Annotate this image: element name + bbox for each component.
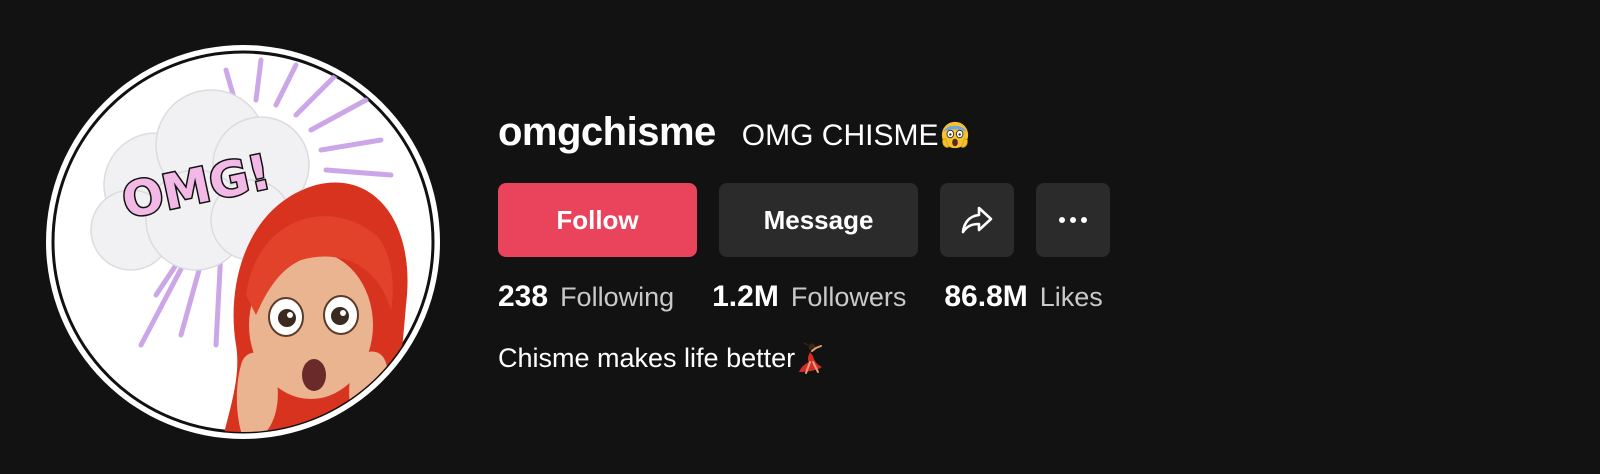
username: omgchisme — [498, 110, 716, 154]
scream-emoji-icon — [942, 121, 969, 149]
stat-value: 1.2M — [712, 280, 779, 313]
stat-label: Following — [560, 282, 675, 312]
stat-value: 86.8M — [944, 280, 1028, 313]
stat-following[interactable]: 238 Following — [498, 280, 674, 314]
stat-likes: 86.8M Likes — [944, 280, 1102, 314]
stat-value: 238 — [498, 280, 549, 313]
stat-label: Followers — [790, 282, 907, 312]
share-arrow-icon — [961, 206, 993, 234]
dancer-emoji-icon — [799, 342, 823, 374]
profile-title-row: omgchisme OMG CHISME — [498, 110, 970, 155]
profile-info: omgchisme OMG CHISME Follow Message 238 … — [498, 0, 1600, 474]
display-name: OMG CHISME — [742, 119, 971, 153]
stat-followers[interactable]: 1.2M Followers — [712, 280, 906, 314]
profile-actions: Follow Message — [498, 183, 1110, 257]
message-button[interactable]: Message — [719, 183, 918, 257]
profile-stats: 238 Following 1.2M Followers 86.8M Likes — [498, 280, 1141, 314]
profile-bio: Chisme makes life better — [498, 342, 826, 374]
share-button[interactable] — [940, 183, 1014, 257]
more-dots-icon — [1059, 217, 1087, 223]
more-options-button[interactable] — [1036, 183, 1110, 257]
bio-text: Chisme makes life better — [498, 342, 796, 373]
follow-button[interactable]: Follow — [498, 183, 697, 257]
display-name-text: OMG CHISME — [741, 119, 939, 152]
profile-avatar[interactable]: OMG! — [46, 45, 440, 439]
stat-label: Likes — [1039, 282, 1103, 312]
avatar-image: OMG! — [48, 47, 438, 437]
